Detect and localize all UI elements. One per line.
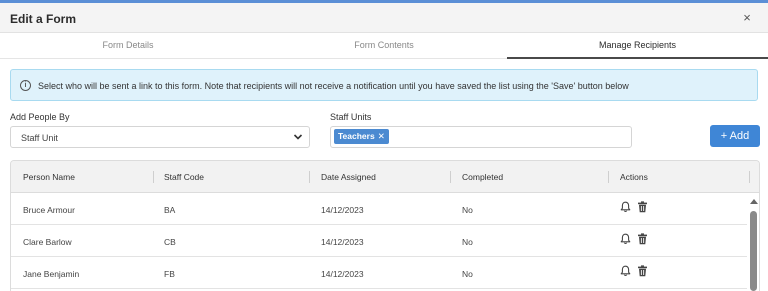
add-button[interactable]: + Add bbox=[710, 125, 760, 147]
remove-tag-icon[interactable]: ✕ bbox=[378, 131, 385, 141]
staff-unit-tag: Teachers ✕ bbox=[334, 129, 389, 144]
cell-person-name: Bruce Armour bbox=[23, 205, 75, 215]
column-divider bbox=[608, 171, 609, 183]
scrollbar-thumb[interactable] bbox=[750, 211, 757, 291]
column-divider bbox=[450, 171, 451, 183]
table-row[interactable]: Bruce Armour BA 14/12/2023 No bbox=[11, 193, 747, 225]
cell-completed: No bbox=[462, 205, 473, 215]
column-header-staff-code[interactable]: Staff Code bbox=[164, 172, 204, 182]
cell-date-assigned: 14/12/2023 bbox=[321, 269, 364, 279]
cell-staff-code: BA bbox=[164, 205, 176, 215]
table-row[interactable]: Jane Benjamin FB 14/12/2023 No bbox=[11, 257, 747, 289]
info-banner: i Select who will be sent a link to this… bbox=[10, 69, 758, 101]
column-divider bbox=[309, 171, 310, 183]
staff-unit-tag-label: Teachers bbox=[338, 131, 375, 141]
tab-manage-recipients[interactable]: Manage Recipients bbox=[507, 33, 768, 59]
table-row[interactable]: Clare Barlow CB 14/12/2023 No bbox=[11, 225, 747, 257]
bell-icon[interactable] bbox=[620, 233, 631, 245]
column-header-completed[interactable]: Completed bbox=[462, 172, 503, 182]
scroll-up-arrow-icon[interactable] bbox=[750, 199, 758, 204]
trash-icon[interactable] bbox=[637, 233, 648, 245]
add-people-by-value: Staff Unit bbox=[21, 133, 58, 143]
add-people-by-select[interactable]: Staff Unit bbox=[10, 126, 310, 148]
staff-units-input[interactable]: Teachers ✕ bbox=[330, 126, 632, 148]
modal-title: Edit a Form bbox=[10, 12, 77, 26]
table-header: Person Name Staff Code Date Assigned Com… bbox=[11, 161, 759, 193]
cell-staff-code: FB bbox=[164, 269, 175, 279]
recipients-table: Person Name Staff Code Date Assigned Com… bbox=[10, 160, 760, 291]
column-header-date-assigned[interactable]: Date Assigned bbox=[321, 172, 376, 182]
tab-bar: Form Details Form Contents Manage Recipi… bbox=[0, 33, 768, 59]
cell-completed: No bbox=[462, 237, 473, 247]
chevron-down-icon bbox=[293, 134, 303, 140]
add-people-by-label: Add People By bbox=[10, 112, 70, 122]
bell-icon[interactable] bbox=[620, 201, 631, 213]
modal-header: Edit a Form × bbox=[0, 3, 768, 33]
column-header-actions: Actions bbox=[620, 172, 648, 182]
info-text: Select who will be sent a link to this f… bbox=[38, 81, 629, 91]
column-divider bbox=[153, 171, 154, 183]
bell-icon[interactable] bbox=[620, 265, 631, 277]
cell-person-name: Clare Barlow bbox=[23, 237, 72, 247]
info-circle-icon: i bbox=[20, 80, 31, 91]
cell-date-assigned: 14/12/2023 bbox=[321, 237, 364, 247]
column-header-person-name[interactable]: Person Name bbox=[23, 172, 75, 182]
cell-person-name: Jane Benjamin bbox=[23, 269, 80, 279]
tab-form-contents[interactable]: Form Contents bbox=[256, 33, 512, 59]
cell-date-assigned: 14/12/2023 bbox=[321, 205, 364, 215]
table-scrollbar[interactable] bbox=[747, 193, 759, 291]
close-button[interactable]: × bbox=[740, 10, 754, 26]
tab-form-details[interactable]: Form Details bbox=[0, 33, 256, 59]
cell-completed: No bbox=[462, 269, 473, 279]
trash-icon[interactable] bbox=[637, 201, 648, 213]
column-divider bbox=[749, 171, 750, 183]
staff-units-label: Staff Units bbox=[330, 112, 372, 122]
trash-icon[interactable] bbox=[637, 265, 648, 277]
cell-staff-code: CB bbox=[164, 237, 176, 247]
